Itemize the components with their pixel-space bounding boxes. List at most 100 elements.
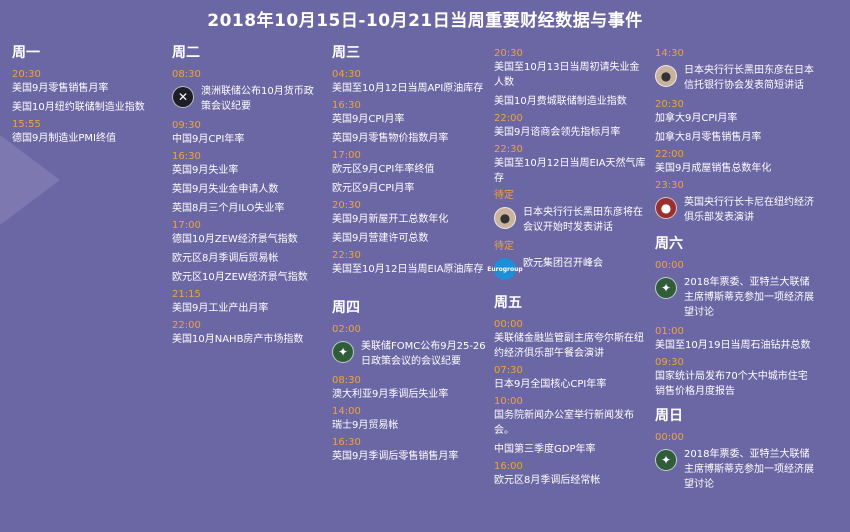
event-time: 08:30	[172, 69, 201, 80]
event-time: 20:30	[494, 48, 523, 59]
event-time: 22:00	[494, 113, 523, 124]
event-item: 国家统计局发布70个大中城市住宅销售价格月度报告	[655, 371, 808, 397]
event-time: 15:55	[12, 119, 41, 130]
event-item: 欧元区8月季调后贸易帐	[172, 253, 279, 264]
event-item: 加拿大8月零售销售月率	[655, 132, 762, 143]
event-item: 美国至10月19日当周石油钻井总数	[655, 340, 811, 351]
event-time-pending: 待定	[494, 190, 514, 201]
event-item: 美国至10月13日当周初请失业金人数	[494, 62, 640, 88]
event-item: 瑞士9月贸易帐	[332, 420, 399, 431]
event-time: 20:30	[332, 200, 361, 211]
event-time: 22:00	[655, 149, 684, 160]
event-time: 10:00	[494, 396, 523, 407]
event-with-icon: Eurogroup 欧元集团召开峰会	[487, 256, 646, 280]
event-with-icon: ● 英国央行行长卡尼在纽约经济俱乐部发表演讲	[655, 195, 815, 225]
event-item: 美国至10月12日当周API原油库存	[332, 83, 484, 94]
event-item: 中国第三季度GDP年率	[494, 444, 596, 455]
event-item: 国务院新闻办公室举行新闻发布会。	[494, 410, 634, 436]
event-item: 2018年票委、亚特兰大联储主席博斯蒂克参加一项经济展望讨论	[684, 277, 814, 318]
day-title-monday: 周一	[12, 45, 40, 61]
event-item: 加拿大9月CPI月率	[655, 113, 738, 124]
event-time: 09:30	[655, 357, 684, 368]
event-item: 日本央行行长黑田东彦将在会议开始时发表讲话	[523, 207, 643, 233]
event-item: 英国央行行长卡尼在纽约经济俱乐部发表演讲	[684, 197, 814, 223]
fed-seal-icon: ✦	[655, 449, 677, 471]
event-with-icon: ● 日本央行行长黑田东彦将在会议开始时发表讲话	[494, 205, 646, 235]
event-with-icon: ✦ 2018年票委、亚特兰大联储主席博斯蒂克参加一项经济展望讨论	[655, 447, 815, 492]
event-time: 16:30	[332, 437, 361, 448]
fed-seal-icon: ✦	[655, 277, 677, 299]
event-time: 00:00	[494, 319, 523, 330]
event-time: 17:00	[172, 220, 201, 231]
event-item: 欧元集团召开峰会	[523, 258, 603, 269]
event-with-icon: ✕ 澳洲联储公布10月货币政策会议纪要	[172, 84, 322, 114]
column-thursday-friday: 20:30 美国至10月13日当周初请失业金人数 美国10月费城联储制造业指数 …	[487, 38, 646, 492]
event-time: 22:30	[332, 250, 361, 261]
event-time: 00:00	[655, 260, 684, 271]
event-time: 20:30	[12, 69, 41, 80]
event-item: 欧元区10月ZEW经济景气指数	[172, 272, 308, 283]
day-title-thursday: 周四	[332, 300, 360, 316]
event-item: 英国9月CPI月率	[332, 114, 405, 125]
day-title-friday: 周五	[494, 295, 522, 311]
event-time: 02:00	[332, 324, 361, 335]
event-item: 澳洲联储公布10月货币政策会议纪要	[201, 86, 314, 112]
event-item: 美国至10月12日当周EIA原油库存	[332, 264, 484, 275]
event-with-icon: ✦ 2018年票委、亚特兰大联储主席博斯蒂克参加一项经济展望讨论	[655, 275, 815, 320]
column-friday-weekend: 14:30 ● 日本央行行长黑田东彦在日本信托银行协会发表简短讲话 20:30 …	[655, 38, 815, 498]
day-title-sunday: 周日	[655, 408, 683, 424]
event-item: 美国10月NAHB房产市场指数	[172, 334, 304, 345]
event-item: 美国10月纽约联储制造业指数	[12, 102, 145, 113]
event-time: 23:30	[655, 180, 684, 191]
event-item: 中国9月CPI年率	[172, 134, 245, 145]
event-time: 00:00	[655, 432, 684, 443]
event-with-icon: ● 日本央行行长黑田东彦在日本信托银行协会发表简短讲话	[655, 63, 815, 93]
event-time: 21:15	[172, 289, 201, 300]
person-avatar-icon: ●	[494, 207, 516, 229]
event-item: 英国9月失业金申请人数	[172, 184, 279, 195]
event-time: 16:30	[172, 151, 201, 162]
event-time: 17:00	[332, 150, 361, 161]
event-item: 美国9月新屋开工总数年化	[332, 214, 449, 225]
person-avatar-icon: ●	[655, 65, 677, 87]
event-time: 22:30	[494, 144, 523, 155]
event-item: 美国9月谘商会领先指标月率	[494, 127, 621, 138]
person-avatar-icon: ●	[655, 197, 677, 219]
event-item: 德国9月制造业PMI终值	[12, 133, 116, 144]
event-with-icon: ✦ 美联储FOMC公布9月25-26日政策会议的会议纪要	[332, 339, 487, 369]
eurogroup-logo-icon: Eurogroup	[487, 258, 523, 280]
fed-seal-icon: ✦	[332, 341, 354, 363]
event-time: 20:30	[655, 99, 684, 110]
event-item: 澳大利亚9月季调后失业率	[332, 389, 449, 400]
event-time-pending: 待定	[494, 241, 514, 252]
event-item: 美国至10月12日当周EIA天然气库存	[494, 158, 646, 184]
day-title-tuesday: 周二	[172, 45, 200, 61]
event-item: 欧元区9月CPI年率终值	[332, 164, 435, 175]
page-title: 2018年10月15日-10月21日当周重要财经数据与事件	[207, 11, 643, 31]
event-item: 德国10月ZEW经济景气指数	[172, 234, 298, 245]
event-item: 2018年票委、亚特兰大联储主席博斯蒂克参加一项经济展望讨论	[684, 449, 814, 490]
event-item: 美国9月营建许可总数	[332, 233, 429, 244]
event-item: 欧元区8月季调后经常帐	[494, 475, 601, 486]
event-time: 07:30	[494, 365, 523, 376]
event-time: 01:00	[655, 326, 684, 337]
event-item: 美国9月成屋销售总数年化	[655, 163, 772, 174]
event-time: 22:00	[172, 320, 201, 331]
event-time: 09:30	[172, 120, 201, 131]
event-item: 英国9月季调后零售销售月率	[332, 451, 459, 462]
event-item: 英国8月三个月ILO失业率	[172, 203, 285, 214]
event-item: 美国9月零售销售月率	[12, 83, 109, 94]
column-wednesday-thursday: 周三 04:30 美国至10月12日当周API原油库存 16:30 英国9月CP…	[332, 38, 487, 468]
day-title-wednesday: 周三	[332, 45, 360, 61]
column-monday: 周一 20:30 美国9月零售销售月率 美国10月纽约联储制造业指数 15:55…	[12, 38, 160, 150]
event-item: 欧元区9月CPI月率	[332, 183, 415, 194]
event-item: 英国9月零售物价指数月率	[332, 133, 449, 144]
day-title-saturday: 周六	[655, 236, 683, 252]
event-time: 16:30	[332, 100, 361, 111]
event-item: 美国10月费城联储制造业指数	[494, 96, 627, 107]
event-item: 日本央行行长黑田东彦在日本信托银行协会发表简短讲话	[684, 65, 814, 91]
event-item: 日本9月全国核心CPI年率	[494, 379, 607, 390]
event-item: 美联储金融监管副主席夸尔斯在纽约经济俱乐部午餐会演讲	[494, 333, 644, 359]
event-time: 16:00	[494, 461, 523, 472]
event-time: 04:30	[332, 69, 361, 80]
